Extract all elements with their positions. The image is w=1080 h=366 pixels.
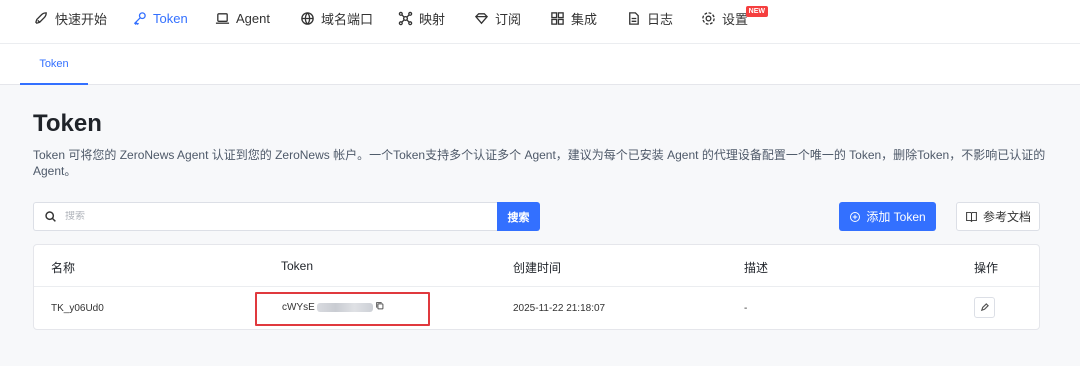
nav-item-quickstart[interactable]: 快速开始: [34, 0, 107, 36]
plus-circle-icon: [850, 211, 861, 222]
highlight-annotation: [255, 292, 430, 326]
search-button[interactable]: 搜索: [497, 202, 540, 231]
nav-item-subscribe[interactable]: 订阅: [474, 0, 521, 36]
nav-label: 设置: [722, 11, 749, 27]
token-table: 名称 Token 创建时间 描述 操作 TK_y06Ud0 cWYsE 2025…: [33, 244, 1040, 330]
document-icon: [629, 11, 639, 25]
search-box: [33, 202, 497, 231]
globe-icon: [301, 11, 314, 25]
top-navigation: 快速开始 Token Agent 域名端口 映射 订阅 集成 日志 设置 NEW: [0, 0, 1080, 44]
nav-item-token[interactable]: Token: [132, 0, 188, 36]
nav-label: 集成: [571, 11, 598, 27]
nav-item-mapping[interactable]: 映射: [398, 0, 445, 36]
tab-token[interactable]: Token: [20, 44, 88, 85]
page-description: Token 可将您的 ZeroNews Agent 认证到您的 ZeroNews…: [33, 148, 1046, 178]
nav-item-logs[interactable]: 日志: [626, 0, 673, 36]
nav-label: 映射: [419, 11, 446, 27]
column-header-actions: 操作: [974, 261, 999, 275]
docs-button[interactable]: 参考文档: [956, 202, 1040, 231]
page-title: Token: [33, 110, 102, 137]
row-created-time: 2025-11-22 21:18:07: [513, 303, 606, 314]
search-icon: [45, 211, 56, 222]
book-icon: [966, 211, 977, 223]
add-token-label: 添加 Token: [866, 210, 926, 224]
gear-icon: [702, 11, 715, 25]
nav-label: 快速开始: [55, 11, 108, 27]
mapping-icon: [398, 11, 413, 25]
column-header-description: 描述: [744, 261, 769, 275]
column-header-token: Token: [281, 259, 314, 273]
nav-label: 域名端口: [321, 11, 374, 27]
nav-label: 日志: [647, 11, 674, 27]
laptop-icon: [215, 12, 230, 24]
nav-item-domain-port[interactable]: 域名端口: [300, 0, 373, 36]
nav-label: Agent: [236, 10, 270, 26]
nav-item-integration[interactable]: 集成: [550, 0, 597, 36]
row-description: -: [744, 303, 748, 314]
row-name: TK_y06Ud0: [51, 303, 104, 314]
rocket-icon: [35, 11, 47, 24]
nav-label: Token: [153, 10, 188, 26]
edit-button[interactable]: [974, 297, 995, 318]
column-header-created: 创建时间: [513, 261, 562, 275]
docs-label: 参考文档: [982, 210, 1031, 224]
add-token-button[interactable]: 添加 Token: [839, 202, 936, 231]
grid-icon: [551, 11, 564, 25]
table-header: 名称 Token 创建时间 描述 操作: [34, 245, 1039, 287]
pencil-icon: [980, 303, 989, 312]
nav-item-agent[interactable]: Agent: [215, 0, 270, 36]
column-header-name: 名称: [51, 261, 76, 275]
search-input[interactable]: [65, 211, 465, 222]
nav-item-settings[interactable]: 设置 NEW: [701, 0, 769, 36]
nav-label: 订阅: [495, 11, 522, 27]
diamond-icon: [474, 12, 489, 24]
sub-tab-bar: Token: [0, 44, 1080, 85]
new-badge: NEW: [745, 6, 769, 17]
key-icon: [133, 11, 146, 25]
